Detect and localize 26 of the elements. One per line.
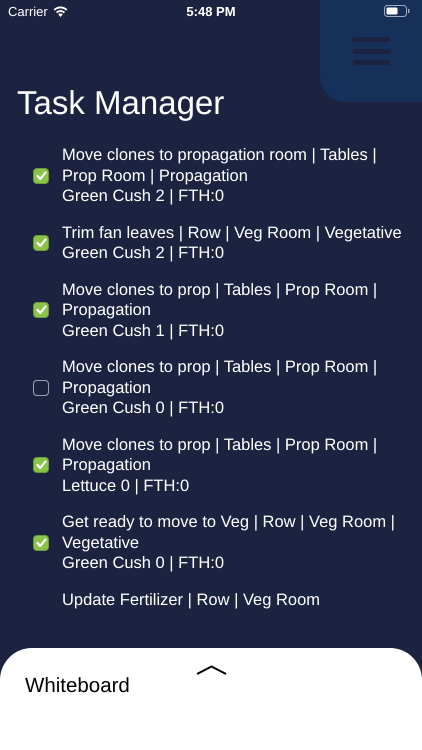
- task-detail: Green Cush 1 | FTH:0: [62, 320, 226, 341]
- wifi-icon: [52, 6, 68, 16]
- task-title: Get ready to move to Veg | Row | Veg Room | Vegetative: [62, 512, 396, 553]
- task-checkbox[interactable]: [33, 534, 49, 551]
- task-detail: Lettuce 0 | FTH:0: [62, 476, 190, 496]
- task-detail: Green Cush 0 | FTH:0: [62, 398, 226, 418]
- carrier-label: Carrier: [8, 4, 48, 18]
- task-title: Trim fan leaves | Row | Veg Room | Vegetative: [62, 222, 402, 243]
- task-detail: Green Cush 2 | FTH:0: [62, 186, 226, 206]
- task-title: Update Fertilizer | Row | Veg Room: [62, 590, 320, 610]
- task-checkbox[interactable]: [33, 302, 49, 318]
- sheet-title: Whiteboard: [25, 673, 130, 699]
- task-title: Move clones to prop | Tables | Prop Room | Propagation: [62, 280, 378, 320]
- task-detail: Green Cush 0 | FTH:0: [62, 553, 226, 574]
- task-title: Move clones to propagation room | Tables | Prop Room | Propagation: [62, 145, 378, 186]
- task-title: Move clones to prop | Tables | Prop Room | Propagation: [62, 434, 378, 476]
- battery-icon: [384, 5, 410, 17]
- task-checkbox[interactable]: [33, 380, 49, 396]
- status-time: 5:48 PM: [186, 4, 236, 18]
- task-checkbox[interactable]: [33, 168, 49, 184]
- task-detail: Green Cush 2 | FTH:0: [62, 243, 226, 264]
- task-title: Move clones to prop | Tables | Prop Room | Propagation: [62, 357, 378, 398]
- task-checkbox[interactable]: [33, 235, 49, 251]
- chevron-up-icon[interactable]: [196, 665, 227, 675]
- task-checkbox[interactable]: [33, 457, 49, 474]
- page-title: Task Manager: [17, 83, 224, 123]
